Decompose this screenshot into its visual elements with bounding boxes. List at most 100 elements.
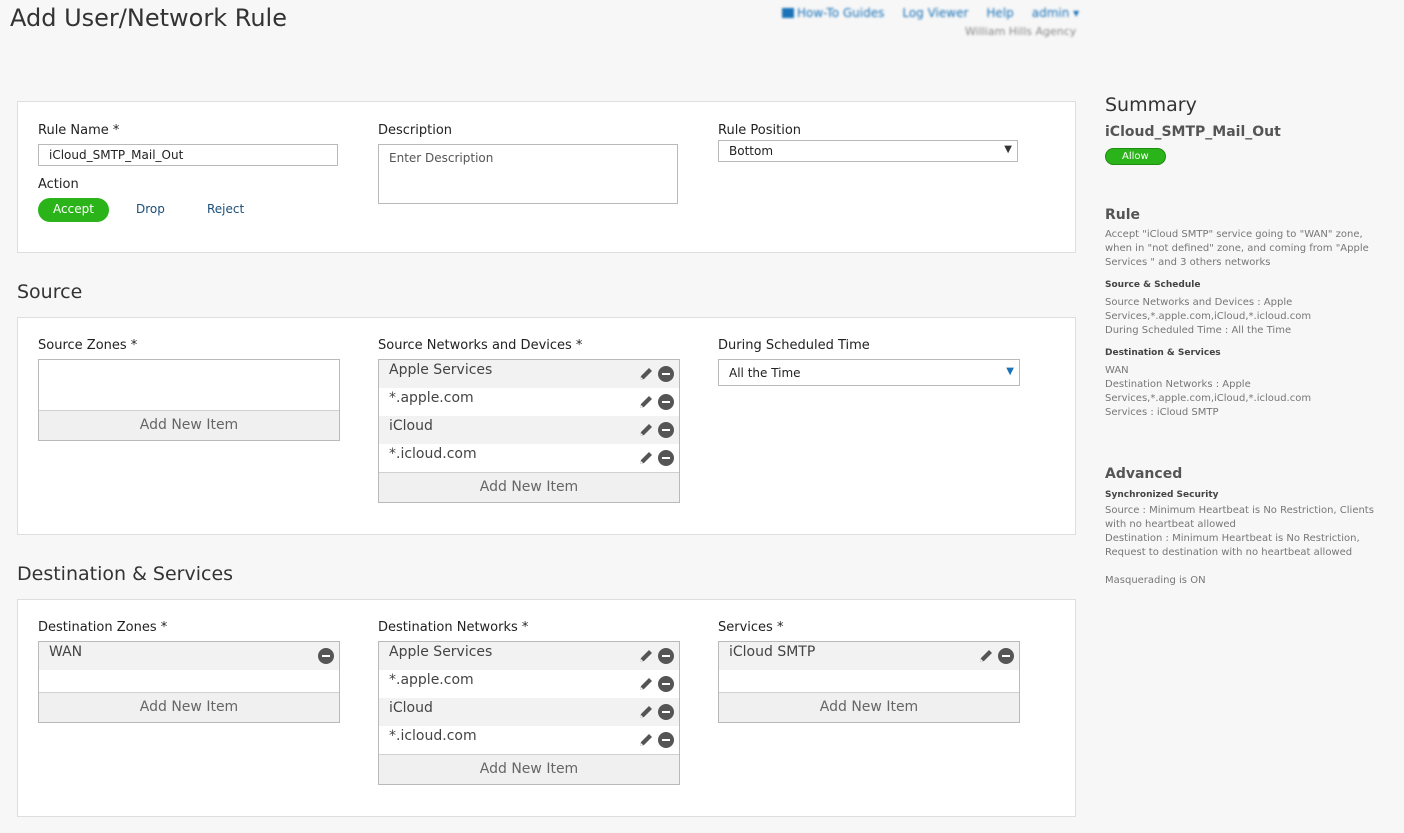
list-item-label: Apple Services: [389, 362, 493, 378]
summary-scheduled-time: During Scheduled Time : All the Time: [1105, 325, 1292, 336]
remove-icon[interactable]: [658, 676, 674, 692]
list-item: iCloud SMTP: [719, 642, 1019, 670]
add-new-item-button[interactable]: Add New Item: [39, 692, 339, 722]
list-item: iCloud: [379, 698, 679, 726]
empty-list-area: [39, 670, 339, 692]
add-new-item-button[interactable]: Add New Item: [379, 754, 679, 784]
summary-source-networks: Source Networks and Devices : Apple Serv…: [1105, 297, 1312, 322]
remove-icon[interactable]: [658, 450, 674, 466]
action-label: Action: [38, 177, 79, 192]
list-item-label: iCloud: [389, 418, 433, 434]
rule-position-value: Bottom: [729, 144, 774, 158]
pencil-icon[interactable]: [638, 704, 654, 720]
rule-position-select[interactable]: Bottom ▼: [718, 140, 1018, 162]
top-nav: How-To Guides Log Viewer Help admin ▾: [782, 6, 1079, 20]
remove-icon[interactable]: [998, 648, 1014, 664]
pencil-icon[interactable]: [638, 450, 654, 466]
summary-rule-name: iCloud_SMTP_Mail_Out: [1105, 124, 1281, 140]
remove-icon[interactable]: [658, 366, 674, 382]
list-item-label: *.icloud.com: [389, 446, 477, 462]
pencil-icon[interactable]: [638, 394, 654, 410]
drop-button[interactable]: Drop: [136, 202, 165, 216]
pencil-icon[interactable]: [638, 366, 654, 382]
rule-position-label: Rule Position: [718, 123, 802, 138]
masquerading-text: Masquerading is ON: [1105, 575, 1206, 586]
list-item-label: *.icloud.com: [389, 728, 477, 744]
allow-badge: Allow: [1105, 148, 1166, 165]
source-networks-label: Source Networks and Devices *: [378, 338, 583, 353]
user-menu[interactable]: admin ▾: [1032, 6, 1079, 20]
rule-name-input[interactable]: [38, 144, 338, 166]
list-item: *.apple.com: [379, 388, 679, 416]
list-item-label: iCloud SMTP: [729, 644, 816, 660]
list-item-label: iCloud: [389, 700, 433, 716]
caret-down-icon: ▼: [1004, 144, 1012, 155]
summary-sidebar: Summary iCloud_SMTP_Mail_Out Allow Rule …: [1105, 94, 1390, 588]
list-item: WAN: [39, 642, 339, 670]
list-item: *.icloud.com: [379, 444, 679, 472]
summary-destination-zone: WAN: [1105, 365, 1129, 376]
destination-services-heading: Destination & Services: [1105, 348, 1221, 358]
rule-description: Accept "iCloud SMTP" service going to "W…: [1105, 229, 1369, 268]
sync-destination-text: Destination : Minimum Heartbeat is No Re…: [1105, 533, 1360, 558]
book-icon: [782, 8, 794, 18]
list-item-label: Apple Services: [389, 644, 493, 660]
schedule-select[interactable]: All the Time ▼: [718, 359, 1020, 386]
remove-icon[interactable]: [658, 422, 674, 438]
pencil-icon[interactable]: [638, 732, 654, 748]
list-item: iCloud: [379, 416, 679, 444]
list-item: Apple Services: [379, 642, 679, 670]
add-new-item-button[interactable]: Add New Item: [379, 472, 679, 502]
destination-section-title: Destination & Services: [17, 563, 234, 585]
advanced-heading: Advanced: [1105, 466, 1183, 482]
pencil-icon[interactable]: [978, 648, 994, 664]
list-item: *.icloud.com: [379, 726, 679, 754]
caret-down-icon: ▼: [1006, 366, 1014, 377]
organization-name: William Hills Agency: [965, 25, 1077, 38]
remove-icon[interactable]: [658, 648, 674, 664]
remove-icon[interactable]: [658, 704, 674, 720]
guides-link[interactable]: How-To Guides: [782, 6, 884, 20]
description-label: Description: [378, 123, 453, 138]
list-item-label: *.apple.com: [389, 390, 474, 406]
rule-heading: Rule: [1105, 207, 1141, 223]
source-schedule-heading: Source & Schedule: [1105, 280, 1201, 290]
add-new-item-button[interactable]: Add New Item: [719, 692, 1019, 722]
page-title: Add User/Network Rule: [10, 4, 287, 32]
summary-title: Summary: [1105, 94, 1197, 116]
list-item: Apple Services: [379, 360, 679, 388]
source-section-title: Source: [17, 281, 83, 303]
destination-networks-label: Destination Networks *: [378, 620, 529, 635]
rule-name-label: Rule Name *: [38, 123, 120, 138]
pencil-icon[interactable]: [638, 676, 654, 692]
reject-button[interactable]: Reject: [207, 202, 244, 216]
schedule-label: During Scheduled Time: [718, 338, 870, 353]
source-zones-list: Add New Item: [38, 359, 340, 441]
destination-networks-list: Apple Services *.apple.com iCloud *.iclo…: [378, 641, 680, 785]
log-viewer-link[interactable]: Log Viewer: [902, 6, 968, 20]
list-item: *.apple.com: [379, 670, 679, 698]
source-networks-list: Apple Services *.apple.com iCloud *.iclo…: [378, 359, 680, 503]
empty-list-area: [39, 360, 339, 410]
services-label: Services *: [718, 620, 784, 635]
help-link[interactable]: Help: [986, 6, 1013, 20]
source-zones-label: Source Zones *: [38, 338, 138, 353]
destination-zones-list: WAN Add New Item: [38, 641, 340, 723]
sync-source-text: Source : Minimum Heartbeat is No Restric…: [1105, 505, 1374, 530]
remove-icon[interactable]: [658, 732, 674, 748]
list-item-label: WAN: [49, 644, 83, 660]
remove-icon[interactable]: [658, 394, 674, 410]
destination-zones-label: Destination Zones *: [38, 620, 168, 635]
services-list: iCloud SMTP Add New Item: [718, 641, 1020, 723]
add-new-item-button[interactable]: Add New Item: [39, 410, 339, 440]
pencil-icon[interactable]: [638, 422, 654, 438]
remove-icon[interactable]: [318, 648, 334, 664]
list-item-label: *.apple.com: [389, 672, 474, 688]
description-input[interactable]: [378, 144, 678, 204]
empty-list-area: [719, 670, 1019, 692]
accept-button[interactable]: Accept: [38, 198, 109, 222]
sync-security-heading: Synchronized Security: [1105, 490, 1219, 500]
pencil-icon[interactable]: [638, 648, 654, 664]
summary-services: Services : iCloud SMTP: [1105, 407, 1219, 418]
schedule-value: All the Time: [729, 366, 801, 380]
